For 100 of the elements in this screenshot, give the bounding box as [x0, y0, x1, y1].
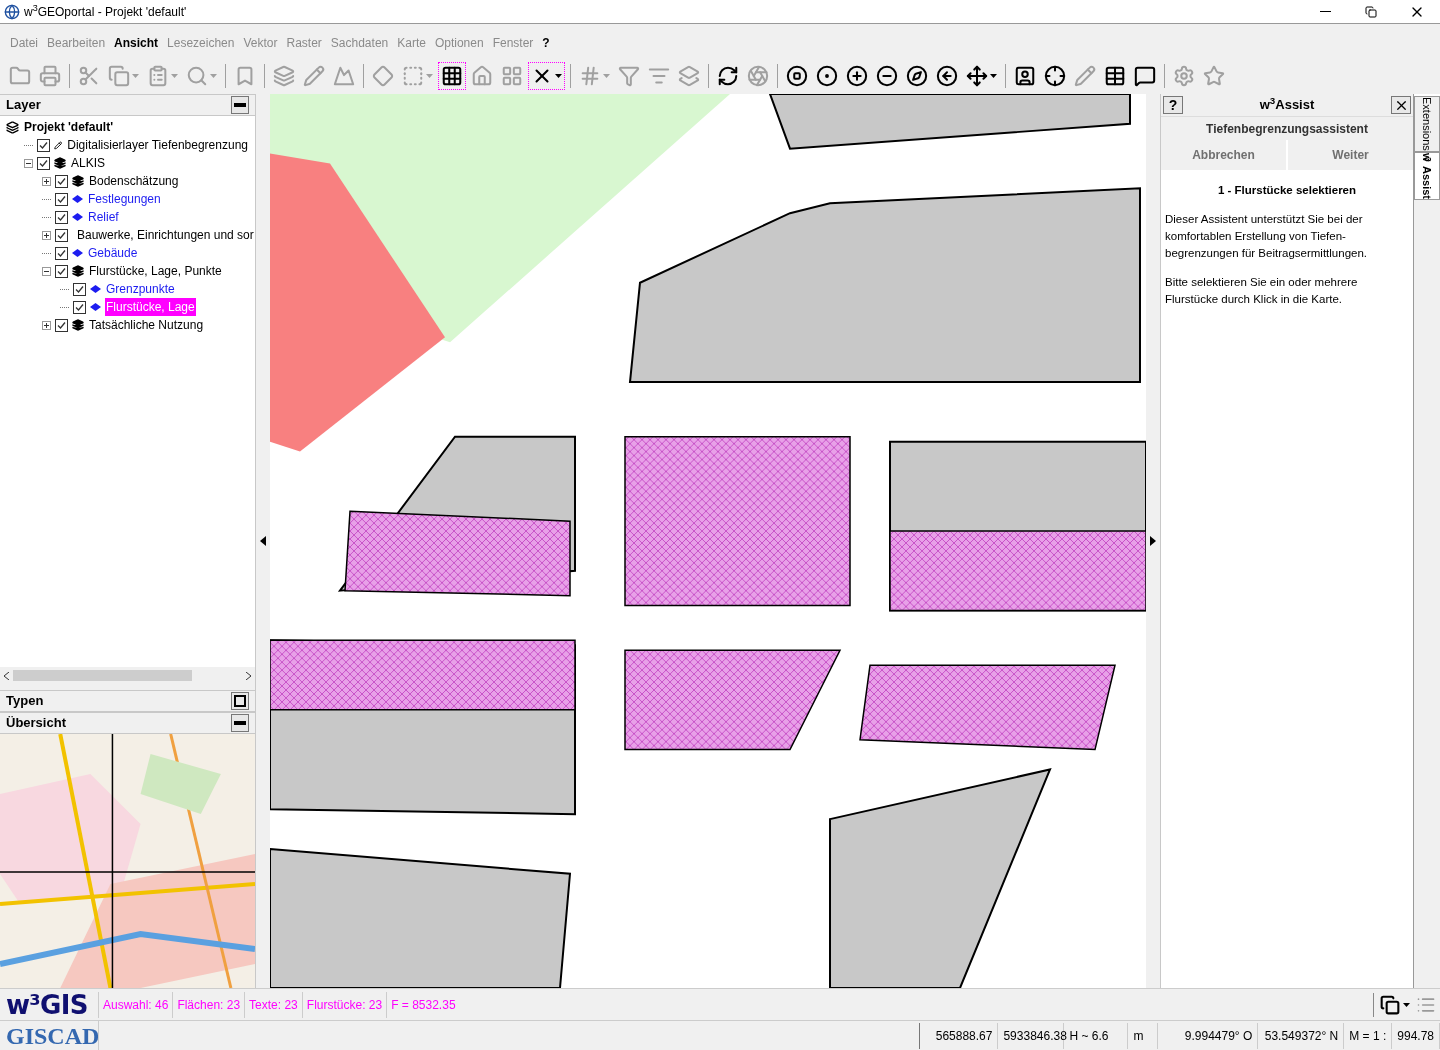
- toolbar-button[interactable]: [438, 62, 466, 90]
- layers-icon: [72, 175, 84, 187]
- minus-icon: [44, 270, 49, 272]
- scroll-right-icon[interactable]: [246, 671, 251, 680]
- layer-name[interactable]: Relief: [87, 208, 120, 226]
- export-button[interactable]: [1380, 994, 1410, 1015]
- status-field: Flächen: 23: [172, 991, 245, 1018]
- expand-toggle[interactable]: [42, 176, 51, 186]
- toolbar-button[interactable]: [528, 62, 565, 90]
- compass-icon: [906, 65, 928, 87]
- checkbox[interactable]: [55, 174, 68, 188]
- menu-item[interactable]: ?: [542, 34, 550, 52]
- logo: GISCAD: [5, 1021, 98, 1050]
- logo: w³GIS: [5, 989, 89, 1020]
- layers-icon: [54, 157, 66, 169]
- status-field: m: [1128, 1022, 1159, 1049]
- house-icon: [471, 65, 493, 87]
- checkbox[interactable]: [73, 300, 86, 314]
- checkbox[interactable]: [55, 318, 68, 332]
- layers-icon: [72, 265, 84, 277]
- checkbox[interactable]: [55, 192, 68, 206]
- printer-icon: [39, 65, 61, 87]
- pencil-icon: [303, 65, 325, 87]
- expand-toggle[interactable]: [42, 320, 51, 330]
- status-field: 565888.67: [920, 1022, 999, 1049]
- minimize-button[interactable]: [231, 96, 249, 114]
- minus-icon: [26, 162, 31, 164]
- wizard-button[interactable]: Weiter: [1288, 140, 1413, 170]
- checkbox[interactable]: [55, 228, 68, 242]
- settings-icon: [1173, 65, 1195, 87]
- maximize-button[interactable]: [231, 692, 249, 710]
- mountain-icon: [333, 65, 355, 87]
- layers-icon: [6, 120, 19, 134]
- copy-icon: [1380, 994, 1400, 1015]
- diamond-icon: [72, 213, 83, 221]
- copy-icon: [108, 65, 130, 87]
- panel-title: Layer: [6, 96, 41, 115]
- caret-icon: [171, 74, 178, 78]
- wizard-button[interactable]: Abbrechen: [1161, 140, 1286, 170]
- zoom-out-icon: [876, 65, 898, 87]
- user-frame-icon: [1014, 65, 1036, 87]
- layer-name[interactable]: Flurstücke, Lage, Punkte: [88, 262, 223, 280]
- checkbox[interactable]: [55, 246, 68, 260]
- assistant-name: Tiefenbegrenzungsassistent: [1161, 116, 1413, 140]
- collapse-left-icon[interactable]: [260, 536, 266, 546]
- status-field: 9.994479° O: [1158, 1022, 1259, 1049]
- diamond-icon: [72, 249, 83, 257]
- panel-title: Übersicht: [6, 714, 66, 733]
- checkbox[interactable]: [37, 138, 50, 152]
- table-icon: [1104, 65, 1126, 87]
- panel-title: Typen: [6, 692, 44, 711]
- layer-name[interactable]: Projekt 'default': [23, 118, 115, 136]
- collapse-toggle[interactable]: [24, 158, 33, 168]
- expand-toggle[interactable]: [42, 230, 51, 240]
- plus-icon: [44, 178, 49, 184]
- diamond-icon: [372, 65, 394, 87]
- status-field: Flurstücke: 23: [301, 991, 387, 1018]
- layer-name[interactable]: Tatsächliche Nutzung: [88, 316, 205, 334]
- layer-name[interactable]: Gebäude: [87, 244, 139, 262]
- collapse-toggle[interactable]: [42, 266, 51, 276]
- menu-item[interactable]: Ansicht: [114, 34, 159, 52]
- minimize-icon: [234, 103, 246, 107]
- layer-name[interactable]: Festlegungen: [87, 190, 162, 208]
- star-icon: [1203, 65, 1225, 87]
- caret-icon: [1403, 1002, 1410, 1007]
- maximize-icon: [234, 695, 246, 707]
- filter-icon: [618, 65, 640, 87]
- scissors-icon: [78, 65, 100, 87]
- hatch-icon: [579, 65, 601, 87]
- checkbox[interactable]: [55, 210, 68, 224]
- circle-stop-icon: [786, 65, 808, 87]
- minimize-button[interactable]: [231, 714, 249, 732]
- layer-name[interactable]: ALKIS: [70, 154, 107, 172]
- layer-name[interactable]: Grenzpunkte: [105, 280, 176, 298]
- move-icon: [966, 65, 988, 87]
- layer-name[interactable]: Digitalisierlayer Tiefenbegrenzung: [66, 136, 249, 154]
- diamond-icon: [90, 285, 101, 293]
- scroll-left-icon[interactable]: [4, 671, 9, 680]
- close-button[interactable]: [1391, 96, 1411, 114]
- collapse-right-icon[interactable]: [1150, 536, 1156, 546]
- status-field: Texte: 23: [244, 991, 302, 1018]
- window-title: w$^{3}$GEOportal - Projekt 'default': [24, 2, 187, 21]
- crosshair-icon: [1044, 65, 1066, 87]
- scrollbar-thumb[interactable]: [13, 670, 192, 681]
- checkbox[interactable]: [55, 264, 68, 278]
- side-tab[interactable]: Extensions: [1414, 96, 1440, 152]
- refresh-icon: [717, 65, 739, 87]
- layer-name[interactable]: Bodenschätzung: [88, 172, 180, 190]
- description-text: Dieser Assistent unterstützt Sie bei der komfortablen Erstellung von Tiefen-begrenzungen für Beitragsermittlungen.: [1165, 212, 1368, 261]
- layers-icon: [273, 65, 295, 87]
- checkbox[interactable]: [73, 282, 86, 296]
- checkbox[interactable]: [37, 156, 50, 170]
- diamond-icon: [72, 195, 83, 203]
- help-button[interactable]: ?: [1163, 96, 1183, 114]
- pencil-icon: [1074, 65, 1096, 87]
- stack-icon: [678, 65, 700, 87]
- status-field: 994.78: [1392, 1022, 1440, 1049]
- back-icon: [936, 65, 958, 87]
- step-heading: 1 - Flurstücke selektieren: [1216, 183, 1358, 198]
- layer-name[interactable]: Bauwerke, Einrichtungen und sor: [76, 226, 255, 244]
